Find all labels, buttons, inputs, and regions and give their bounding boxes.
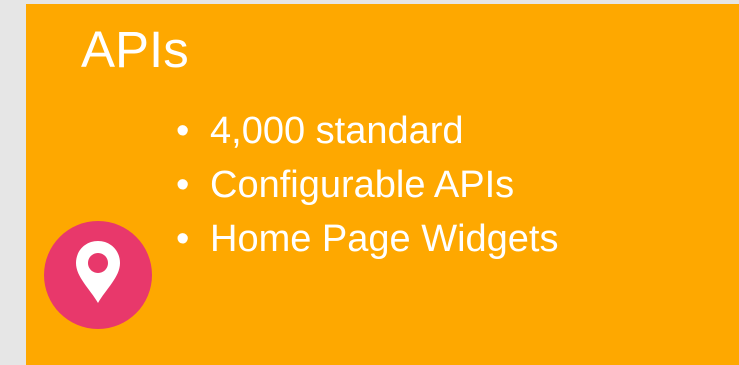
bullet-symbol: • bbox=[176, 110, 190, 152]
bullet-symbol: • bbox=[176, 218, 190, 260]
bullet-item-widgets: • Home Page Widgets bbox=[176, 212, 559, 266]
bullet-text: Configurable APIs bbox=[210, 164, 515, 206]
location-pin-icon bbox=[76, 241, 120, 303]
location-badge bbox=[44, 221, 152, 329]
bullet-item-standard: • 4,000 standard bbox=[176, 104, 559, 158]
slide-title: APIs bbox=[81, 21, 189, 78]
bullet-text: 4,000 standard bbox=[210, 110, 464, 152]
bullet-item-configurable: • Configurable APIs bbox=[176, 158, 559, 212]
slide-frame: APIs • 4,000 standard • Configurable APIs … bbox=[0, 0, 739, 365]
bullet-text: Home Page Widgets bbox=[210, 218, 559, 260]
bullet-list: • 4,000 standard • Configurable APIs • Home… bbox=[176, 104, 559, 266]
bullet-symbol: • bbox=[176, 164, 190, 206]
